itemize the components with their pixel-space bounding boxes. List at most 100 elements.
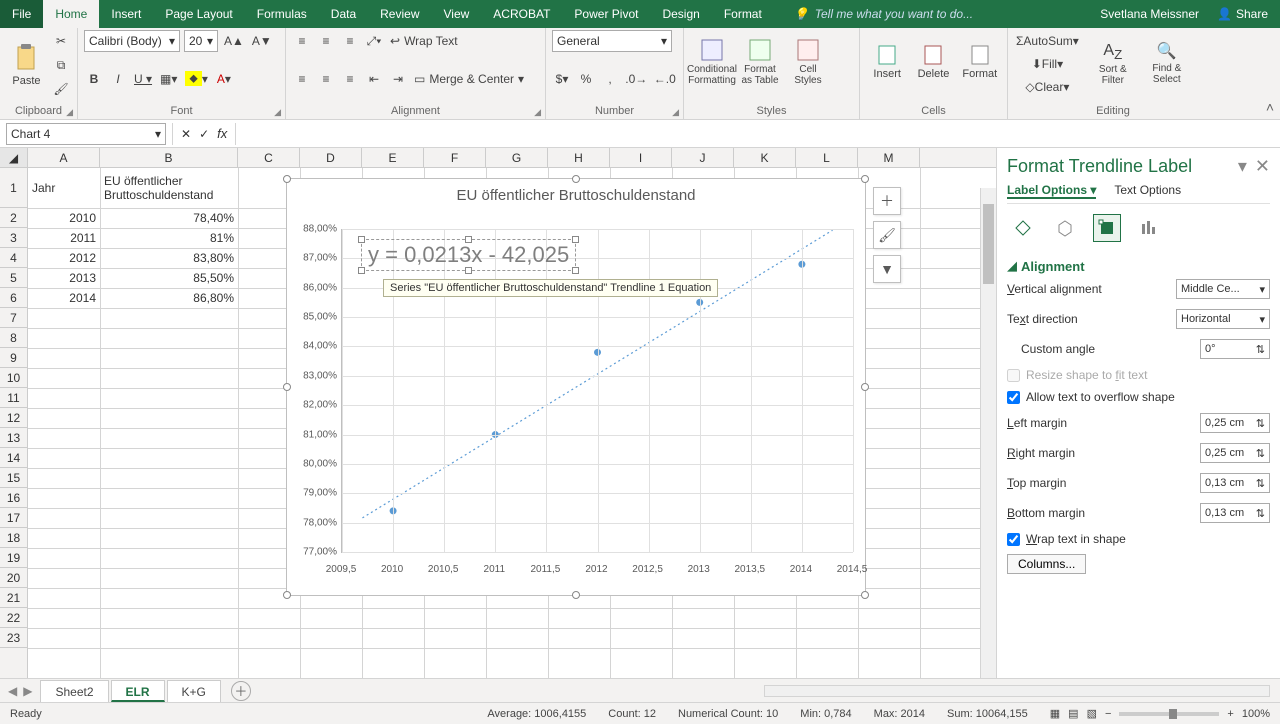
column-header[interactable]: G <box>486 148 548 167</box>
alignment-launcher-icon[interactable]: ◢ <box>534 107 541 118</box>
alignment-section-toggle[interactable]: ◢ Alignment <box>1007 258 1270 274</box>
text-direction-select[interactable]: Horizontal▾ <box>1176 309 1270 329</box>
row-header[interactable]: 1 <box>0 168 27 208</box>
conditional-formatting-button[interactable]: Conditional Formatting <box>690 30 734 94</box>
row-header[interactable]: 17 <box>0 508 27 528</box>
taskpane-dropdown-icon[interactable]: ▾ <box>1238 156 1247 177</box>
row-header[interactable]: 21 <box>0 588 27 608</box>
accounting-button[interactable]: $▾ <box>552 68 572 90</box>
merge-center-button[interactable]: ▭ Merge & Center ▾ <box>412 68 526 90</box>
row-header[interactable]: 10 <box>0 368 27 388</box>
valign-select[interactable]: Middle Ce...▾ <box>1176 279 1270 299</box>
overflow-checkbox[interactable] <box>1007 391 1020 404</box>
right-margin-input[interactable]: 0,25 cm⇅ <box>1200 443 1270 463</box>
zoom-out-button[interactable]: − <box>1105 708 1111 720</box>
tab-view[interactable]: View <box>432 0 482 28</box>
tab-powerpivot[interactable]: Power Pivot <box>562 0 650 28</box>
autosum-button[interactable]: Σ AutoSum ▾ <box>1014 30 1081 52</box>
row-header[interactable]: 11 <box>0 388 27 408</box>
format-cells-button[interactable]: Format <box>959 30 1001 94</box>
row-header[interactable]: 19 <box>0 548 27 568</box>
row-header[interactable]: 2 <box>0 208 27 228</box>
column-header[interactable]: J <box>672 148 734 167</box>
tab-insert[interactable]: Insert <box>99 0 153 28</box>
delete-cells-button[interactable]: Delete <box>912 30 954 94</box>
cell[interactable]: 2013 <box>28 268 100 288</box>
columns-button[interactable]: Columns... <box>1007 554 1086 574</box>
comma-button[interactable]: , <box>600 68 620 90</box>
cell[interactable]: 83,80% <box>100 248 238 268</box>
zoom-level[interactable]: 100% <box>1242 708 1270 720</box>
normal-view-icon[interactable]: ▦ <box>1050 707 1060 720</box>
align-bottom-button[interactable]: ≡ <box>340 30 360 52</box>
row-header[interactable]: 9 <box>0 348 27 368</box>
cell[interactable]: EU öffentlicherBruttoschuldenstand <box>100 168 238 208</box>
custom-angle-input[interactable]: 0°⇅ <box>1200 339 1270 359</box>
add-sheet-button[interactable]: ＋ <box>231 681 251 701</box>
sheet-tab-sheet2[interactable]: Sheet2 <box>40 680 108 702</box>
sheet-nav-prev[interactable]: ◀ <box>8 684 17 698</box>
trendline-equation-label[interactable]: y = 0,0213x - 42,025 <box>361 239 576 271</box>
zoom-in-button[interactable]: + <box>1227 708 1233 720</box>
column-header[interactable]: K <box>734 148 796 167</box>
sheet-tab-elr[interactable]: ELR <box>111 680 165 702</box>
align-top-button[interactable]: ≡ <box>292 30 312 52</box>
zoom-slider[interactable] <box>1119 712 1219 716</box>
column-header[interactable]: A <box>28 148 100 167</box>
increase-indent-button[interactable]: ⇥ <box>388 68 408 90</box>
underline-button[interactable]: U ▾ <box>132 68 154 90</box>
row-header[interactable]: 18 <box>0 528 27 548</box>
page-layout-view-icon[interactable]: ▤ <box>1068 707 1078 720</box>
find-select-button[interactable]: 🔍Find & Select <box>1145 32 1189 96</box>
tab-format[interactable]: Format <box>712 0 774 28</box>
sheet-nav-next[interactable]: ▶ <box>23 684 32 698</box>
fill-color-button[interactable]: ⬥▾ <box>183 68 209 90</box>
row-header[interactable]: 12 <box>0 408 27 428</box>
decrease-indent-button[interactable]: ⇤ <box>364 68 384 90</box>
left-margin-input[interactable]: 0,25 cm⇅ <box>1200 413 1270 433</box>
row-header[interactable]: 20 <box>0 568 27 588</box>
enter-formula-button[interactable]: ✓ <box>199 127 209 141</box>
cell[interactable]: 81% <box>100 228 238 248</box>
horizontal-scrollbar[interactable] <box>764 685 1270 697</box>
format-as-table-button[interactable]: Format as Table <box>738 30 782 94</box>
tell-me-search[interactable]: 💡 Tell me what you want to do... <box>794 7 973 21</box>
column-header[interactable]: L <box>796 148 858 167</box>
percent-button[interactable]: % <box>576 68 596 90</box>
cell[interactable]: 86,80% <box>100 288 238 308</box>
cell[interactable]: Jahr <box>28 168 100 208</box>
wrap-text-button[interactable]: ↩ Wrap Text <box>388 30 460 52</box>
taskpane-close-icon[interactable]: ✕ <box>1255 156 1270 177</box>
font-launcher-icon[interactable]: ◢ <box>274 107 281 118</box>
tab-formulas[interactable]: Formulas <box>245 0 319 28</box>
number-format-select[interactable]: General▾ <box>552 30 672 52</box>
column-header[interactable]: M <box>858 148 920 167</box>
column-header[interactable]: D <box>300 148 362 167</box>
tab-data[interactable]: Data <box>319 0 368 28</box>
tab-design[interactable]: Design <box>650 0 711 28</box>
cell[interactable]: 2010 <box>28 208 100 228</box>
row-header[interactable]: 14 <box>0 448 27 468</box>
cell[interactable]: 2011 <box>28 228 100 248</box>
column-header[interactable]: F <box>424 148 486 167</box>
taskpane-tab-label-options[interactable]: Label Options ▾ <box>1007 183 1096 199</box>
cell[interactable]: 2014 <box>28 288 100 308</box>
fill-button[interactable]: ⬇ Fill ▾ <box>1014 53 1081 75</box>
row-header[interactable]: 3 <box>0 228 27 248</box>
column-header[interactable]: E <box>362 148 424 167</box>
cell[interactable]: 78,40% <box>100 208 238 228</box>
align-left-button[interactable]: ≡ <box>292 68 312 90</box>
align-middle-button[interactable]: ≡ <box>316 30 336 52</box>
user-name[interactable]: Svetlana Meissner <box>1100 7 1199 21</box>
shrink-font-button[interactable]: A▼ <box>250 30 274 52</box>
effects-icon[interactable] <box>1051 214 1079 242</box>
row-header[interactable]: 13 <box>0 428 27 448</box>
taskpane-tab-text-options[interactable]: Text Options <box>1114 183 1181 199</box>
bottom-margin-input[interactable]: 0,13 cm⇅ <box>1200 503 1270 523</box>
row-header[interactable]: 16 <box>0 488 27 508</box>
cancel-formula-button[interactable]: ✕ <box>181 127 191 141</box>
decrease-decimal-button[interactable]: ←.0 <box>653 68 678 90</box>
row-header[interactable]: 5 <box>0 268 27 288</box>
increase-decimal-button[interactable]: .0→ <box>624 68 649 90</box>
page-break-view-icon[interactable]: ▧ <box>1087 707 1097 720</box>
